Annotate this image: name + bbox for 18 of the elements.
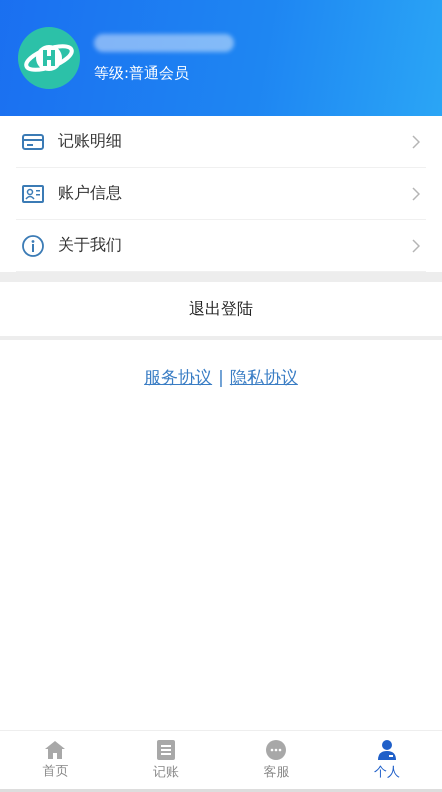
- chat-icon: [265, 739, 288, 761]
- menu-item[interactable]: 账户信息: [16, 168, 426, 220]
- chevron-right-icon: [412, 134, 420, 148]
- chevron-right-icon: [412, 186, 420, 200]
- info-icon: [22, 234, 44, 256]
- id-card-icon: [22, 184, 44, 202]
- person-icon: [376, 739, 398, 761]
- chevron-right-icon: [412, 238, 420, 252]
- notepad-icon: [156, 739, 176, 761]
- privacy-policy-link[interactable]: 隐私协议: [230, 366, 298, 389]
- member-level: 等级:普通会员: [94, 64, 190, 82]
- home-icon: [44, 740, 66, 760]
- logout-button[interactable]: 退出登陆: [0, 272, 442, 340]
- link-separator: |: [218, 368, 224, 388]
- menu-item[interactable]: 记账明细: [16, 116, 426, 168]
- logo-icon: [18, 27, 80, 89]
- service-agreement-link[interactable]: 服务协议: [144, 366, 212, 389]
- card-icon: [22, 132, 44, 150]
